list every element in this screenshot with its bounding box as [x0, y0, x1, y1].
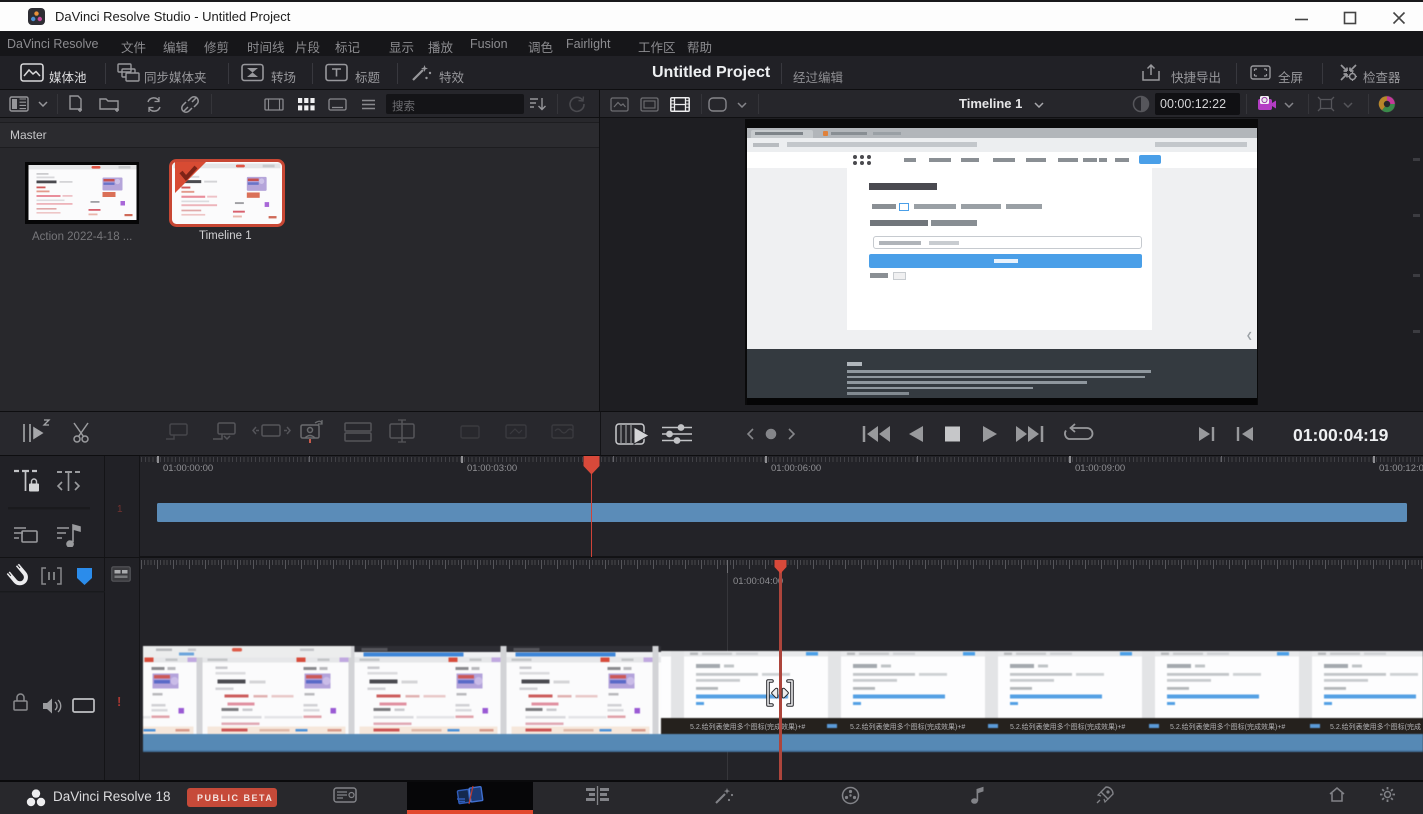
svg-text:01:00:04:19: 01:00:04:19: [1293, 425, 1389, 445]
